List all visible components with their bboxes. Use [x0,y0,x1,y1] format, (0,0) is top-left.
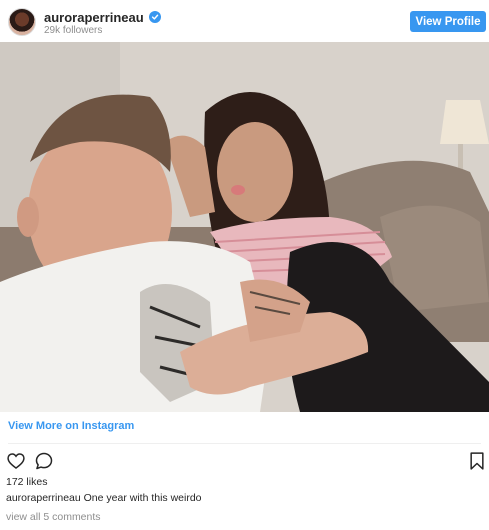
caption: auroraperrineau One year with this weird… [6,492,202,504]
view-more-on-instagram-link[interactable]: View More on Instagram [8,420,134,432]
verified-badge-icon [148,11,161,23]
photo-illustration [0,42,489,412]
divider [8,443,481,444]
username[interactable]: auroraperrineau [44,10,144,25]
post-photo[interactable] [0,42,489,412]
caption-text: One year with this weirdo [83,492,202,504]
instagram-embed: auroraperrineau 29k followers View Profi… [0,0,489,530]
username-row: auroraperrineau [44,9,161,25]
avatar[interactable] [8,8,36,36]
follower-count: 29k followers [44,25,103,36]
view-profile-button[interactable]: View Profile [410,11,486,32]
bookmark-icon[interactable] [467,451,487,471]
caption-username[interactable]: auroraperrineau [6,492,81,504]
comment-icon[interactable] [34,451,54,471]
like-count[interactable]: 172 likes [6,476,47,488]
heart-icon[interactable] [6,451,26,471]
view-all-comments-link[interactable]: view all 5 comments [6,511,101,523]
post-header: auroraperrineau 29k followers View Profi… [0,0,489,42]
